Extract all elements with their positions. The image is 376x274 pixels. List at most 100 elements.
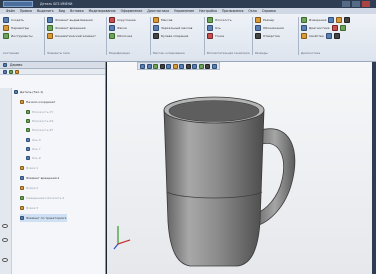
- plane-icon: [26, 119, 30, 123]
- ribbon-tool[interactable]: Свойства: [301, 32, 373, 40]
- tool-label: Кинематический элемент: [55, 34, 96, 38]
- tree-item-axis-x[interactable]: Ось X: [26, 136, 41, 144]
- collapse-icon[interactable]: [15, 70, 19, 74]
- tree-item-axis-z[interactable]: Ось Z: [26, 154, 41, 162]
- ribbon-tool[interactable]: Создать: [3, 16, 43, 24]
- sweep-icon: [47, 33, 53, 39]
- tree-item-part[interactable]: Деталь (Тел-1): [14, 88, 43, 96]
- mirror-icon: [153, 25, 159, 31]
- 3d-viewport[interactable]: [107, 62, 376, 274]
- menu-apps[interactable]: Приложения: [222, 9, 243, 13]
- document-tab-title[interactable]: Деталь БЕЗ ИМЕНИ: [40, 2, 72, 6]
- minimize-button[interactable]: [342, 1, 350, 7]
- tool-label: Измерения: [309, 18, 327, 22]
- tool-icon[interactable]: [325, 33, 332, 39]
- menu-diagnostics[interactable]: Диагностика: [147, 9, 169, 13]
- ribbon-separator: [44, 17, 45, 55]
- perspective-icon[interactable]: [192, 63, 197, 69]
- tool-icon[interactable]: [336, 17, 343, 23]
- ribbon-tool[interactable]: Инструменты: [3, 32, 43, 40]
- app-logo-icon[interactable]: [3, 1, 33, 7]
- ribbon-tool[interactable]: Булева операция: [153, 32, 203, 40]
- snap-icon[interactable]: [205, 63, 210, 69]
- tool-icon[interactable]: [328, 17, 335, 23]
- zoom-icon[interactable]: [140, 63, 145, 69]
- ribbon-tool[interactable]: Размер: [255, 16, 297, 24]
- menu-view[interactable]: Вид: [59, 9, 65, 13]
- tool-icon[interactable]: [331, 25, 338, 31]
- tree-item-label: Ось Y: [32, 147, 41, 151]
- menu-manage[interactable]: Управление: [174, 9, 194, 13]
- filter-icon[interactable]: [198, 63, 204, 69]
- tool-label: Плоскость: [215, 18, 232, 22]
- menu-edit[interactable]: Правка: [20, 9, 32, 13]
- menu-settings[interactable]: Настройка: [199, 9, 217, 13]
- pan-icon[interactable]: [146, 63, 152, 69]
- ribbon-tool[interactable]: Элемент выдавливания: [47, 16, 105, 24]
- ribbon-tool[interactable]: Обозначения: [255, 24, 297, 32]
- tree-item-plane-xy[interactable]: Плоскость XY: [26, 108, 53, 116]
- section-icon[interactable]: [179, 63, 184, 69]
- menu-modeling[interactable]: Моделирование: [89, 9, 116, 13]
- properties-icon: [301, 33, 307, 39]
- ribbon-tool[interactable]: Оболочка: [109, 32, 149, 40]
- rotate-icon[interactable]: [153, 63, 158, 69]
- menu-select[interactable]: Выделить: [37, 9, 54, 13]
- ribbon-tool[interactable]: Скругление: [109, 16, 149, 24]
- ribbon-tool[interactable]: Измерения: [301, 16, 373, 24]
- tree-item-label: Смещенная плоскость:1: [26, 196, 65, 200]
- layers-icon[interactable]: [211, 63, 217, 69]
- display-mode-icon[interactable]: [172, 63, 178, 69]
- tree-item-sketch-1[interactable]: Эскиз:1: [20, 164, 38, 172]
- ribbon-toolbar: Создать Параметры Инструменты Системная …: [0, 14, 376, 62]
- tool-icon[interactable]: [344, 17, 351, 23]
- menu-insert[interactable]: Вставка: [70, 9, 84, 13]
- mug-3d-model[interactable]: [142, 82, 302, 272]
- ribbon-group-label: Диагностика: [301, 51, 321, 55]
- sketch-icon: [20, 186, 24, 190]
- tool-label: Размер: [263, 18, 275, 22]
- visibility-eye-icon[interactable]: [2, 224, 8, 228]
- menu-file[interactable]: Файл: [6, 9, 15, 13]
- menu-window[interactable]: Окно: [248, 9, 256, 13]
- view-icon[interactable]: [166, 63, 171, 69]
- tool-label: Ось: [215, 26, 221, 30]
- tool-icon[interactable]: [333, 33, 340, 39]
- shading-icon[interactable]: [185, 63, 191, 69]
- ribbon-tool[interactable]: Кинематический элемент: [47, 32, 105, 40]
- visibility-eye-icon[interactable]: [2, 238, 8, 242]
- ribbon-tool[interactable]: Диагностика: [301, 24, 373, 32]
- ribbon-tool[interactable]: Ось: [207, 24, 251, 32]
- tree-item-offset-plane[interactable]: Смещенная плоскость:1: [20, 194, 65, 202]
- ribbon-tool[interactable]: Фаска: [109, 24, 149, 32]
- expand-icon[interactable]: [9, 70, 13, 74]
- ribbon-group-pattern: Массив Зеркальный массив Булева операция…: [153, 16, 203, 56]
- tree-item-sketch-2[interactable]: Эскиз:2: [20, 184, 38, 192]
- ribbon-tool[interactable]: Параметры: [3, 24, 43, 32]
- tool-label: Параметры: [11, 26, 29, 30]
- maximize-button[interactable]: [352, 1, 360, 7]
- tree-item-sketch-3[interactable]: Эскиз:3: [20, 204, 38, 212]
- ribbon-tool[interactable]: Элемент вращения: [47, 24, 105, 32]
- orientation-icon[interactable]: [159, 63, 165, 69]
- tool-icon[interactable]: [339, 25, 346, 31]
- ribbon-group-system: Создать Параметры Инструменты Системная: [3, 16, 43, 56]
- menu-drafting[interactable]: Оформление: [121, 9, 143, 13]
- tree-item-plane-zy[interactable]: Плоскость ZY: [26, 126, 53, 134]
- tree-item-sweep-1[interactable]: Элемент по траектории:1: [20, 214, 67, 222]
- filter-icon[interactable]: [3, 70, 7, 74]
- menu-help[interactable]: Справка: [262, 9, 276, 13]
- tree-item-origin[interactable]: Начало координат: [20, 98, 55, 106]
- tree-item-axis-y[interactable]: Ось Y: [26, 145, 41, 153]
- visibility-eye-icon[interactable]: [2, 258, 8, 262]
- ribbon-tool[interactable]: Отверстие: [255, 32, 297, 40]
- measure-icon: [301, 17, 307, 23]
- tree-item-plane-zx[interactable]: Плоскость ZX: [26, 117, 54, 125]
- ribbon-tool[interactable]: Массив: [153, 16, 203, 24]
- ribbon-tool[interactable]: Плоскость: [207, 16, 251, 24]
- mug-opening: [168, 100, 260, 122]
- tree-item-revolve-1[interactable]: Элемент вращения:1: [20, 174, 59, 182]
- ribbon-tool[interactable]: Зеркальный массив: [153, 24, 203, 32]
- close-button[interactable]: [362, 1, 370, 7]
- ribbon-tool[interactable]: Точка: [207, 32, 251, 40]
